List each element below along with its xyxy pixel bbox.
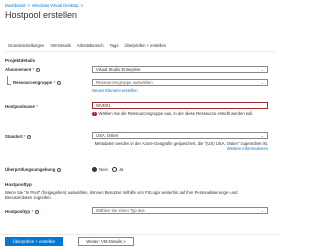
hostpool-name-input[interactable]: WVD01 (92, 102, 268, 109)
chevron-down-icon: ⌄ (260, 67, 264, 72)
required-marker: * (36, 104, 39, 109)
validation-env-label: Überprüfungsumgebung i (5, 167, 61, 172)
breadcrumb-wvd[interactable]: Windows Virtual Desktop (32, 3, 78, 8)
subscription-select[interactable]: Visual Studio Enterprise ⌄ (92, 66, 268, 73)
breadcrumb-dashboard[interactable]: Dashboard (5, 3, 26, 8)
required-marker: * (53, 80, 56, 85)
hostpool-type-label: Hostpooltyp * i (5, 209, 39, 214)
hostpool-type-description: Wenn Sie "In Pool" (freigegeben) auswähl… (5, 190, 238, 201)
required-marker: * (32, 67, 35, 72)
resource-group-select[interactable]: Ressourcengruppe auswählen ⌄ (92, 79, 268, 86)
info-icon[interactable]: i (56, 80, 61, 85)
info-icon[interactable]: i (35, 67, 40, 72)
required-marker: * (24, 134, 26, 139)
radio-button-selected[interactable] (92, 167, 97, 172)
validation-env-radio-group: Nein Ja (92, 167, 123, 172)
radio-button[interactable] (111, 167, 117, 172)
error-icon: ! (92, 111, 97, 116)
validation-error: ! Wählen Sie die Ressourcengruppe aus, i… (92, 111, 254, 116)
hostpool-name-label: Hostpoolname * (5, 104, 39, 109)
review-create-button[interactable]: Überprüfen + erstellen (5, 237, 63, 246)
hostpool-type-select[interactable]: Wählen Sie einen Typ aus ⌄ (92, 207, 268, 214)
section-project-details: Projektdetails (5, 58, 36, 63)
radio-option-yes[interactable]: Ja (111, 167, 123, 172)
breadcrumb-separator: > (80, 3, 84, 8)
subscription-label: Abonnement * i (5, 67, 40, 72)
section-hostpool-type: Hostpooltyp (5, 182, 32, 187)
next-vm-details-button[interactable]: Weiter: VM-Details > (78, 237, 134, 246)
info-icon[interactable]: i (27, 134, 32, 139)
learn-more-link[interactable]: Weitere Informationen (227, 146, 268, 151)
info-icon[interactable]: i (34, 209, 39, 214)
page-title: Hostpool erstellen (5, 10, 78, 20)
create-resource-group-link[interactable]: Neues Element erstellen (92, 88, 138, 93)
chevron-down-icon: ⌄ (260, 208, 264, 213)
resource-group-label: Ressourcengruppe * i (13, 80, 61, 85)
chevron-down-icon: ⌄ (260, 80, 264, 85)
chevron-down-icon: ⌄ (260, 133, 264, 138)
info-icon[interactable]: i (56, 167, 61, 172)
tabs-divider (5, 51, 275, 52)
tree-connector (7, 84, 11, 85)
radio-option-no[interactable]: Nein (92, 167, 108, 172)
required-marker: * (31, 209, 34, 214)
location-select[interactable]: USA, Osten ⌄ (92, 132, 268, 139)
breadcrumb-separator: > (27, 3, 31, 8)
tree-connector (7, 76, 8, 84)
footer-divider (0, 234, 280, 235)
location-label: Standort * i (5, 134, 32, 139)
location-help: Metadaten werden in der Azure-Geografie … (94, 141, 268, 152)
breadcrumb: Dashboard > Windows Virtual Desktop > (5, 3, 83, 8)
